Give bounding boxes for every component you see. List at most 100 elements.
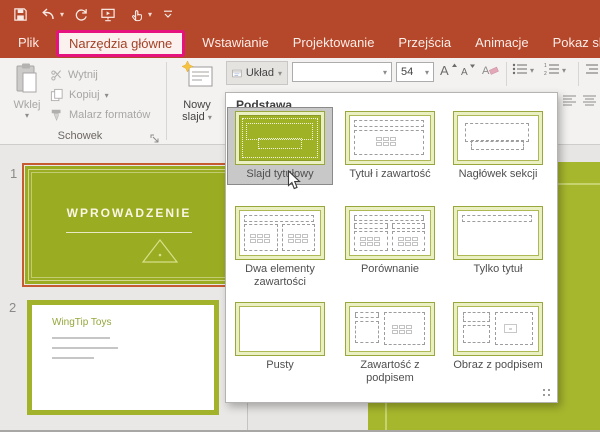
bullet-text-line bbox=[52, 357, 94, 359]
layout-thumbnail bbox=[345, 111, 435, 165]
cut-button[interactable]: Wytnij bbox=[50, 66, 98, 84]
tab-wstawianie[interactable]: Wstawianie bbox=[190, 28, 280, 58]
svg-text:A: A bbox=[461, 67, 468, 77]
tab-plik[interactable]: Plik bbox=[6, 28, 51, 58]
current-slide-edge bbox=[368, 403, 558, 432]
layout-option-label: Porównanie bbox=[338, 263, 442, 279]
numbered-list-icon[interactable]: 12 bbox=[544, 62, 560, 81]
tab-przejscia[interactable]: Przejścia bbox=[386, 28, 463, 58]
customize-toolbar-icon[interactable] bbox=[156, 3, 180, 25]
svg-text:A: A bbox=[482, 65, 490, 77]
numbered-list-dropdown-icon[interactable]: ▾ bbox=[562, 66, 566, 75]
mouse-cursor bbox=[287, 170, 301, 196]
grow-font-icon[interactable]: A bbox=[440, 62, 458, 82]
layout-option-title-and-content[interactable]: Tytuł i zawartość bbox=[338, 108, 442, 184]
copy-button[interactable]: Kopiuj ▾ bbox=[50, 86, 109, 104]
bullet-text-line bbox=[52, 347, 118, 349]
current-slide-edge bbox=[558, 162, 600, 432]
editor-background bbox=[558, 145, 600, 162]
layout-option-label: Tytuł i zawartość bbox=[338, 168, 442, 184]
format-painter-button[interactable]: Malarz formatów bbox=[50, 106, 150, 124]
layout-option-label: Zawartość z podpisem bbox=[338, 359, 442, 388]
layout-gallery-dropdown: Podstawa Slajd tytułowy Tytuł i zawar bbox=[225, 92, 558, 403]
clear-formatting-icon[interactable]: A bbox=[482, 62, 500, 82]
layout-thumbnail bbox=[453, 206, 543, 260]
bullet-list-icon[interactable] bbox=[512, 62, 528, 81]
layout-option-section-header[interactable]: Nagłówek sekcji bbox=[446, 108, 550, 184]
undo-dropdown-icon[interactable]: ▾ bbox=[60, 10, 64, 19]
layout-option-title-only[interactable]: Tylko tytuł bbox=[446, 203, 550, 279]
layout-option-comparison[interactable]: Porównanie bbox=[338, 203, 442, 279]
layout-option-picture-with-caption[interactable]: Obraz z podpisem bbox=[446, 299, 550, 375]
copy-icon bbox=[50, 88, 64, 102]
slide-border-decoration bbox=[558, 183, 600, 185]
bullet-text-line bbox=[52, 337, 110, 339]
layout-dropdown-icon: ▾ bbox=[278, 69, 282, 78]
touch-mode-icon[interactable] bbox=[124, 3, 148, 25]
layout-icon bbox=[232, 67, 242, 80]
multilevel-list-icon[interactable] bbox=[585, 62, 599, 81]
new-slide-button[interactable]: Nowy slajd ▾ bbox=[170, 60, 224, 140]
layout-button[interactable]: Układ ▾ bbox=[226, 61, 288, 85]
font-size-dropdown-icon[interactable]: ▾ bbox=[421, 68, 433, 77]
layout-option-blank[interactable]: Pusty bbox=[228, 299, 332, 375]
layout-option-label: Slajd tytułowy bbox=[228, 168, 332, 184]
align-center-icon[interactable] bbox=[582, 94, 597, 112]
format-painter-label: Malarz formatów bbox=[69, 109, 150, 121]
bullet-list-dropdown-icon[interactable]: ▾ bbox=[530, 66, 534, 75]
svg-text:1: 1 bbox=[544, 63, 547, 69]
slide-thumbnail-2[interactable]: WingTip Toys bbox=[27, 300, 219, 415]
tab-animacje[interactable]: Animacje bbox=[463, 28, 540, 58]
tab-projektowanie[interactable]: Projektowanie bbox=[281, 28, 387, 58]
paste-dropdown-icon[interactable]: ▾ bbox=[6, 111, 48, 120]
paste-label: Wklej bbox=[6, 99, 48, 111]
title-bar: ▾ ▾ bbox=[0, 0, 600, 28]
font-size-combobox[interactable]: 54 ▾ bbox=[396, 62, 434, 82]
picture-placeholder-icon bbox=[504, 324, 517, 333]
layout-option-title-slide[interactable]: Slajd tytułowy bbox=[228, 108, 332, 184]
shrink-font-icon[interactable]: A bbox=[461, 62, 477, 82]
undo-icon[interactable] bbox=[36, 3, 60, 25]
font-size-value: 54 bbox=[397, 66, 421, 78]
align-left-icon[interactable] bbox=[562, 94, 577, 112]
resize-grip[interactable] bbox=[543, 389, 551, 397]
layout-option-label: Pusty bbox=[228, 359, 332, 375]
clipboard-group-label: Schowek bbox=[0, 130, 160, 142]
slide-number: 2 bbox=[9, 300, 16, 315]
paste-button[interactable]: Wklej ▾ bbox=[6, 62, 48, 138]
touch-mode-dropdown-icon[interactable]: ▾ bbox=[148, 10, 152, 19]
layout-option-label: Obraz z podpisem bbox=[446, 359, 550, 375]
new-slide-label-line1: Nowy bbox=[183, 99, 211, 111]
tab-narzedzia-glowne[interactable]: Narzędzia główne bbox=[56, 30, 185, 57]
copy-label: Kopiuj bbox=[69, 89, 100, 101]
layout-label: Układ bbox=[246, 67, 274, 79]
layout-thumbnail bbox=[345, 206, 435, 260]
layout-option-two-content[interactable]: Dwa elementy zawartości bbox=[228, 203, 332, 292]
layout-thumbnail bbox=[235, 302, 325, 356]
layout-option-content-with-caption[interactable]: Zawartość z podpisem bbox=[338, 299, 442, 388]
layout-option-label: Dwa elementy zawartości bbox=[228, 263, 332, 292]
layout-option-label: Nagłówek sekcji bbox=[446, 168, 550, 184]
layout-thumbnail bbox=[235, 206, 325, 260]
font-name-combobox[interactable]: ▾ bbox=[292, 62, 392, 82]
ribbon-tab-bar: Plik Narzędzia główne Wstawianie Projekt… bbox=[0, 28, 600, 58]
svg-text:2: 2 bbox=[544, 71, 547, 76]
cut-label: Wytnij bbox=[68, 69, 98, 81]
redo-icon[interactable] bbox=[68, 3, 92, 25]
new-slide-icon bbox=[180, 60, 214, 94]
layout-option-label: Tylko tytuł bbox=[446, 263, 550, 279]
slide-number: 1 bbox=[10, 166, 17, 181]
slide-thumbnail-1[interactable]: WPROWADZENIE bbox=[22, 163, 236, 287]
copy-dropdown-icon[interactable]: ▾ bbox=[105, 91, 109, 100]
font-name-dropdown-icon[interactable]: ▾ bbox=[379, 68, 391, 77]
triangle-decoration bbox=[140, 237, 180, 270]
layout-thumbnail bbox=[453, 111, 543, 165]
layout-thumbnail bbox=[345, 302, 435, 356]
tab-pokaz-slajdow[interactable]: Pokaz slajdów bbox=[541, 28, 600, 58]
scissors-icon bbox=[50, 69, 63, 82]
command-separator bbox=[578, 62, 579, 86]
layout-thumbnail bbox=[235, 111, 325, 165]
start-slideshow-icon[interactable] bbox=[96, 3, 120, 25]
save-icon[interactable] bbox=[8, 3, 32, 25]
new-slide-dropdown-icon: ▾ bbox=[208, 113, 212, 122]
